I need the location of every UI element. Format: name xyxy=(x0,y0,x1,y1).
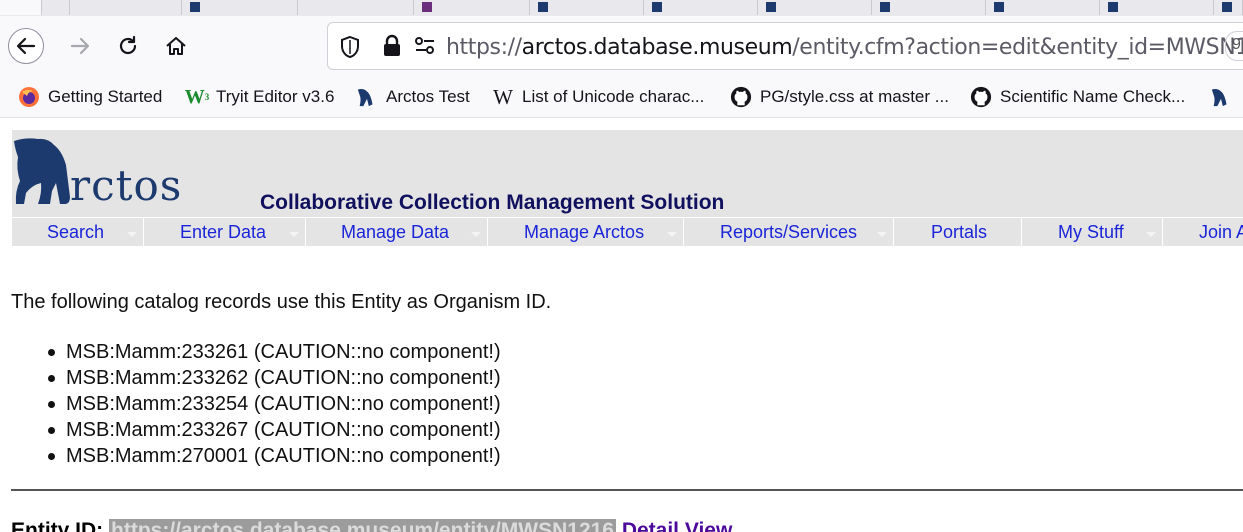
firefox-icon xyxy=(18,86,40,108)
browser-tab[interactable] xyxy=(70,0,182,15)
menu-enter-data[interactable]: Enter Data xyxy=(144,218,306,247)
navigation-toolbar: https://arctos.database.museum/entity.cf… xyxy=(0,16,1243,76)
dropdown-arrow-icon xyxy=(471,232,481,237)
dropdown-arrow-icon xyxy=(289,232,299,237)
tracking-protection-shield-icon[interactable] xyxy=(340,35,360,64)
forward-arrow-icon xyxy=(70,37,90,55)
permissions-icon[interactable] xyxy=(414,35,436,62)
records-intro-text: The following catalog records use this E… xyxy=(11,291,552,313)
arctos-bear-icon xyxy=(1210,86,1232,108)
menu-portals[interactable]: Portals xyxy=(894,218,1022,247)
browser-tab[interactable] xyxy=(644,0,758,15)
bookmark-scientific-name-check[interactable]: Scientific Name Check... xyxy=(970,85,1185,109)
dropdown-arrow-icon xyxy=(877,232,887,237)
tab-favicon-icon xyxy=(652,2,662,12)
bookmark-getting-started[interactable]: Getting Started xyxy=(18,85,162,109)
main-menu: Search Enter Data Manage Data Manage Arc… xyxy=(12,217,1243,247)
address-bar-extra-button[interactable]: 9 xyxy=(1225,31,1243,61)
home-icon xyxy=(166,37,186,55)
browser-tab[interactable] xyxy=(42,0,70,15)
url-text: https://arctos.database.museum/entity.cf… xyxy=(446,35,1243,60)
dropdown-arrow-icon xyxy=(667,232,677,237)
horizontal-divider xyxy=(11,489,1243,491)
list-item: MSB:Mamm:233262 (CAUTION::no component!) xyxy=(48,367,501,389)
tab-favicon-icon xyxy=(190,2,200,12)
tab-favicon-icon xyxy=(766,2,776,12)
browser-tab[interactable] xyxy=(1100,0,1214,15)
browser-tab[interactable] xyxy=(872,0,986,15)
bookmark-unicode-list[interactable]: W List of Unicode charac... xyxy=(492,85,704,109)
back-arrow-icon xyxy=(16,37,36,55)
tab-favicon-icon xyxy=(994,2,1004,12)
bookmark-pg-style[interactable]: PG/style.css at master ... xyxy=(730,85,949,109)
bookmark-label: Scientific Name Check... xyxy=(1000,87,1186,106)
catalog-record-list: MSB:Mamm:233261 (CAUTION::no component!)… xyxy=(48,339,501,469)
address-bar[interactable]: https://arctos.database.museum/entity.cf… xyxy=(327,22,1243,70)
menu-manage-data[interactable]: Manage Data xyxy=(306,218,488,247)
bookmark-label: List of Unicode charac... xyxy=(522,87,705,106)
site-header: rctos Collaborative Collection Managemen… xyxy=(12,130,1243,217)
w3schools-icon: W3 xyxy=(184,85,210,108)
browser-tab[interactable] xyxy=(182,0,298,15)
bookmark-label: PG/style.css at master ... xyxy=(760,87,949,106)
browser-tab[interactable] xyxy=(0,0,42,15)
menu-join-arctos[interactable]: Join Arctos xyxy=(1163,218,1243,247)
menu-reports-services[interactable]: Reports/Services xyxy=(684,218,894,247)
bookmarks-toolbar: Getting Started W 3 Tryit Editor v3.6 Arct… xyxy=(0,76,1243,118)
site-tagline: Collaborative Collection Management Solu… xyxy=(260,191,725,214)
home-button[interactable] xyxy=(158,28,194,64)
logo-text: rctos xyxy=(70,161,183,210)
tab-favicon-icon xyxy=(880,2,890,12)
bookmark-label: Tryit Editor v3.6 xyxy=(216,87,335,106)
tab-favicon-icon xyxy=(422,2,432,12)
tab-favicon-icon xyxy=(1222,2,1232,12)
detail-view-link[interactable]: Detail View xyxy=(622,519,733,532)
reload-icon xyxy=(119,35,137,55)
bookmark-tryit-editor[interactable]: W 3 Tryit Editor v3.6 xyxy=(184,85,335,109)
browser-tab[interactable] xyxy=(530,0,644,15)
entity-id-label: Entity ID: xyxy=(11,519,104,532)
dropdown-arrow-icon xyxy=(1146,232,1156,237)
github-icon xyxy=(970,86,992,108)
back-button[interactable] xyxy=(8,28,44,64)
entity-id-line: Entity ID: https://arctos.database.museu… xyxy=(11,519,732,532)
list-item: MSB:Mamm:233254 (CAUTION::no component!) xyxy=(48,393,501,415)
bookmark-label: Getting Started xyxy=(48,87,163,106)
browser-tab[interactable] xyxy=(758,0,872,15)
list-item: MSB:Mamm:233261 (CAUTION::no component!) xyxy=(48,341,501,363)
bookmark-overflow[interactable] xyxy=(1210,85,1240,109)
browser-tab[interactable] xyxy=(1214,0,1243,15)
browser-tab[interactable] xyxy=(414,0,530,15)
menu-my-stuff[interactable]: My Stuff xyxy=(1022,218,1163,247)
tab-favicon-icon xyxy=(1108,2,1118,12)
list-item: MSB:Mamm:233267 (CAUTION::no component!) xyxy=(48,419,501,441)
arctos-logo[interactable]: rctos xyxy=(12,135,192,215)
list-item: MSB:Mamm:270001 (CAUTION::no component!) xyxy=(48,445,501,467)
menu-search[interactable]: Search xyxy=(12,218,144,247)
tab-favicon-icon xyxy=(538,2,548,12)
lock-icon[interactable] xyxy=(382,34,402,63)
browser-tab[interactable] xyxy=(298,0,414,15)
tab-strip xyxy=(0,0,1243,16)
wikipedia-icon: W xyxy=(493,84,513,109)
arctos-bear-icon xyxy=(356,86,378,108)
forward-button[interactable] xyxy=(62,28,98,64)
dropdown-arrow-icon xyxy=(127,232,137,237)
bookmark-arctos-test[interactable]: Arctos Test xyxy=(356,85,470,109)
entity-id-value[interactable]: https://arctos.database.museum/entity/MW… xyxy=(109,519,616,532)
browser-tab[interactable] xyxy=(986,0,1100,15)
menu-manage-arctos[interactable]: Manage Arctos xyxy=(488,218,684,247)
reload-button[interactable] xyxy=(110,28,146,64)
github-icon xyxy=(730,86,752,108)
bookmark-label: Arctos Test xyxy=(386,87,470,106)
